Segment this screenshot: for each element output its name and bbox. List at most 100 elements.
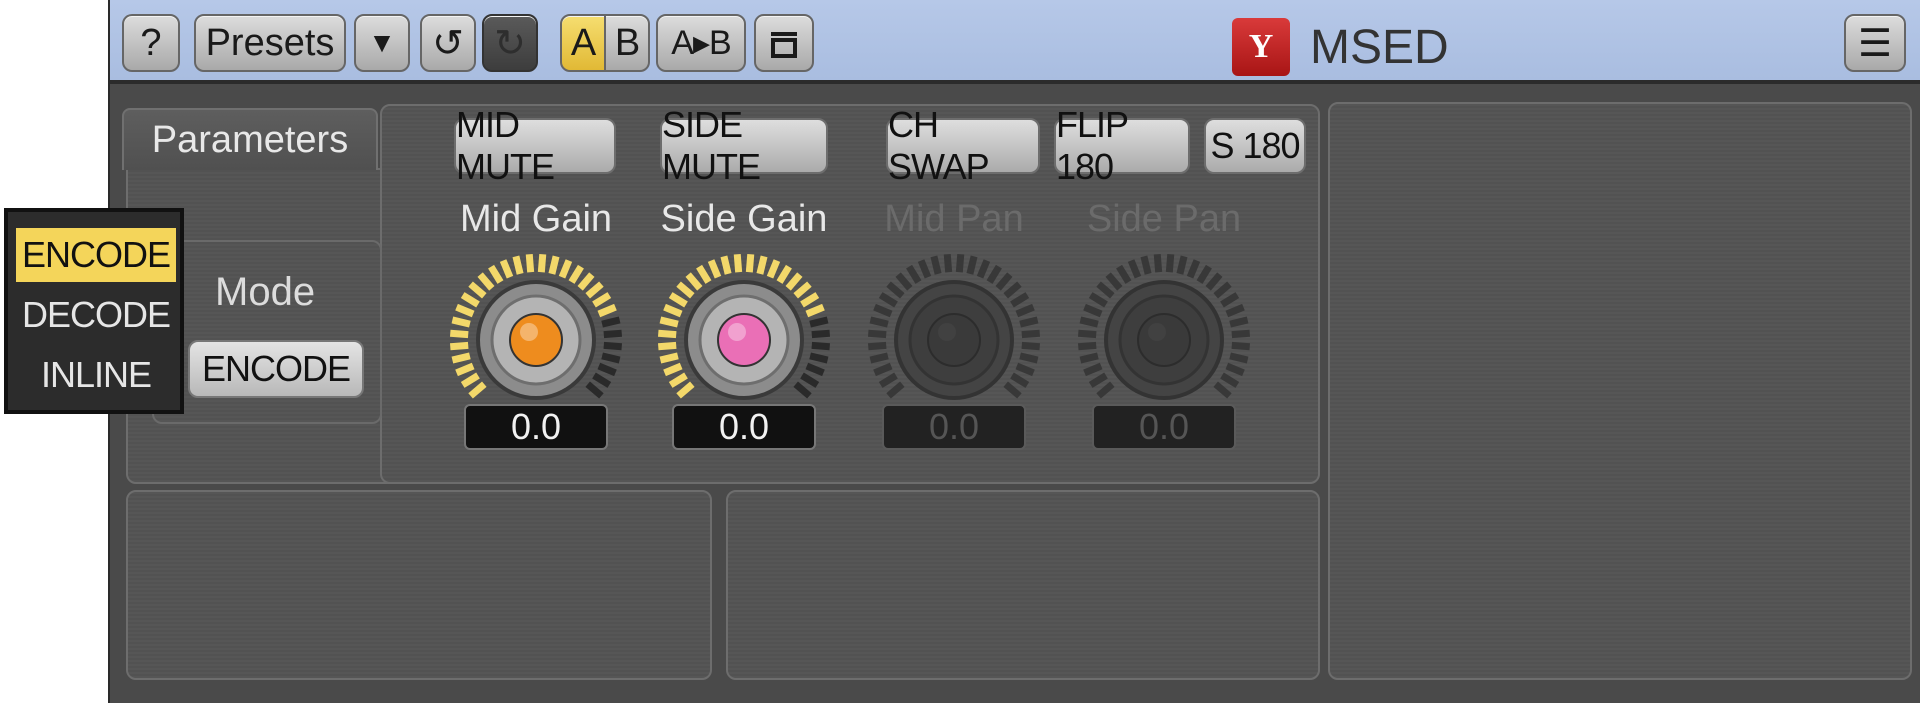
- knob-ring-segment: [1213, 381, 1232, 399]
- copy-a-to-b-label: A▸B: [671, 24, 731, 62]
- help-icon: ?: [140, 21, 162, 64]
- knob-ring-segment: [663, 362, 683, 377]
- knob-cap: [717, 313, 771, 367]
- knob-ring-segment: [449, 329, 469, 339]
- knob-ring-segment: [1010, 372, 1030, 388]
- knob-ring-segment: [488, 264, 504, 284]
- undo-button[interactable]: ↺: [420, 14, 476, 72]
- tab-parameters[interactable]: Parameters: [122, 108, 378, 170]
- knob-ring-segment: [1003, 381, 1022, 399]
- knob-ring-segment: [793, 381, 812, 399]
- window-size-button[interactable]: [754, 14, 814, 72]
- knob-ring-segment: [676, 281, 695, 299]
- preset-a-button[interactable]: A: [560, 14, 606, 72]
- knob-ring-segment: [867, 329, 887, 339]
- knob-ring-segment: [1231, 329, 1251, 339]
- mode-dropdown-menu: ENCODE DECODE INLINE: [4, 208, 184, 414]
- knob-ring-segment: [585, 381, 604, 399]
- knob-ring-segment: [1116, 264, 1132, 284]
- mid-gain-value[interactable]: 0.0: [464, 404, 608, 450]
- knob-ring-segment: [657, 329, 677, 339]
- main-menu-button[interactable]: ☰: [1844, 14, 1906, 72]
- knob-ring-segment: [1220, 372, 1240, 388]
- mid-mute-button[interactable]: MID MUTE: [454, 104, 616, 187]
- knob-ring-segment: [895, 272, 913, 291]
- side-pan-value: 0.0: [1092, 404, 1236, 450]
- knob-ring-segment: [867, 341, 887, 351]
- mid-pan-knob: [867, 253, 1041, 400]
- mode-option-inline[interactable]: INLINE: [16, 348, 176, 402]
- knob-ring-segment: [592, 292, 612, 308]
- knob-ring-segment: [805, 362, 825, 377]
- knob-ring-segment: [756, 255, 768, 275]
- knob-ring-segment: [811, 341, 831, 351]
- knob-ring-segment: [455, 362, 475, 377]
- knob-ring-segment: [499, 259, 514, 279]
- knob-ring-segment: [811, 329, 831, 339]
- knob-ring-segment: [886, 281, 905, 299]
- mode-select[interactable]: ENCODE: [188, 340, 364, 398]
- preset-b-button[interactable]: B: [604, 14, 650, 72]
- knob-ring-segment: [1153, 253, 1163, 273]
- knob-ring-segment: [1225, 362, 1245, 377]
- help-button[interactable]: ?: [122, 14, 180, 72]
- chevron-down-icon: ▼: [368, 27, 396, 58]
- knob-ring-segment: [995, 272, 1013, 291]
- knob-ring-segment: [805, 303, 825, 318]
- copy-a-to-b-button[interactable]: A▸B: [656, 14, 746, 72]
- knob-ring-segment: [597, 362, 617, 377]
- mode-option-encode[interactable]: ENCODE: [16, 228, 176, 282]
- presets-button[interactable]: Presets: [194, 14, 346, 72]
- knob-ring-segment: [1176, 255, 1188, 275]
- knob-ring-segment: [451, 352, 471, 364]
- side-mute-button[interactable]: SIDE MUTE: [660, 104, 828, 187]
- knob-ring-segment: [455, 303, 475, 318]
- knob-ring-segment: [1220, 292, 1240, 308]
- plugin-window: ? Presets ▼ ↺ ↻ A B A▸B Y MSED ☰ Paramet…: [108, 0, 1920, 703]
- mid-pan-value: 0.0: [882, 404, 1026, 450]
- knob-ring-segment: [1186, 259, 1201, 279]
- knob-ring-segment: [468, 281, 487, 299]
- knob-highlight: [1148, 323, 1166, 341]
- knob-highlight: [728, 323, 746, 341]
- knob-ring-segment: [1021, 341, 1041, 351]
- mid-gain-knob[interactable]: [446, 250, 626, 400]
- presets-dropdown-button[interactable]: ▼: [354, 14, 410, 72]
- knob-ring-segment: [592, 372, 612, 388]
- knob-highlight: [520, 323, 538, 341]
- knob-ring-segment: [1096, 281, 1115, 299]
- side-gain-label: Side Gain: [660, 198, 828, 240]
- knob-ring-segment: [1077, 329, 1097, 339]
- empty-panel-middle: [726, 490, 1320, 680]
- flip180-button[interactable]: FLIP 180: [1054, 104, 1190, 187]
- knob-ring-segment: [869, 316, 889, 328]
- knob-ring-segment: [548, 255, 560, 275]
- s180-button[interactable]: S 180: [1204, 118, 1306, 174]
- knob-ring-segment: [1077, 341, 1097, 351]
- knob-ring-segment: [976, 259, 991, 279]
- knob-ring-segment: [601, 352, 621, 364]
- side-gain-value[interactable]: 0.0: [672, 404, 816, 450]
- knob-ring-segment: [603, 329, 623, 339]
- knob-ring-segment: [597, 303, 617, 318]
- mode-option-decode[interactable]: DECODE: [16, 288, 176, 342]
- ch-swap-button[interactable]: CH SWAP: [886, 104, 1040, 187]
- knob-ring-segment: [601, 316, 621, 328]
- knob-ring-segment: [1079, 316, 1099, 328]
- knob-ring-segment: [659, 316, 679, 328]
- redo-button[interactable]: ↻: [482, 14, 538, 72]
- knob-ring-segment: [966, 255, 978, 275]
- knob-ring-segment: [745, 253, 755, 273]
- knob-ring-segment: [793, 281, 812, 299]
- knob-ring-segment: [1205, 272, 1223, 291]
- undo-icon: ↺: [432, 22, 464, 65]
- knob-ring-segment: [668, 372, 688, 388]
- brand: Y MSED: [1232, 18, 1449, 76]
- knob-ring-segment: [558, 259, 573, 279]
- knob-cap: [1137, 313, 1191, 367]
- knob-ring-segment: [917, 259, 932, 279]
- knob-ring-segment: [512, 255, 524, 275]
- knob-ring-segment: [1010, 292, 1030, 308]
- side-gain-knob[interactable]: [654, 250, 834, 400]
- knob-ring-segment: [873, 362, 893, 377]
